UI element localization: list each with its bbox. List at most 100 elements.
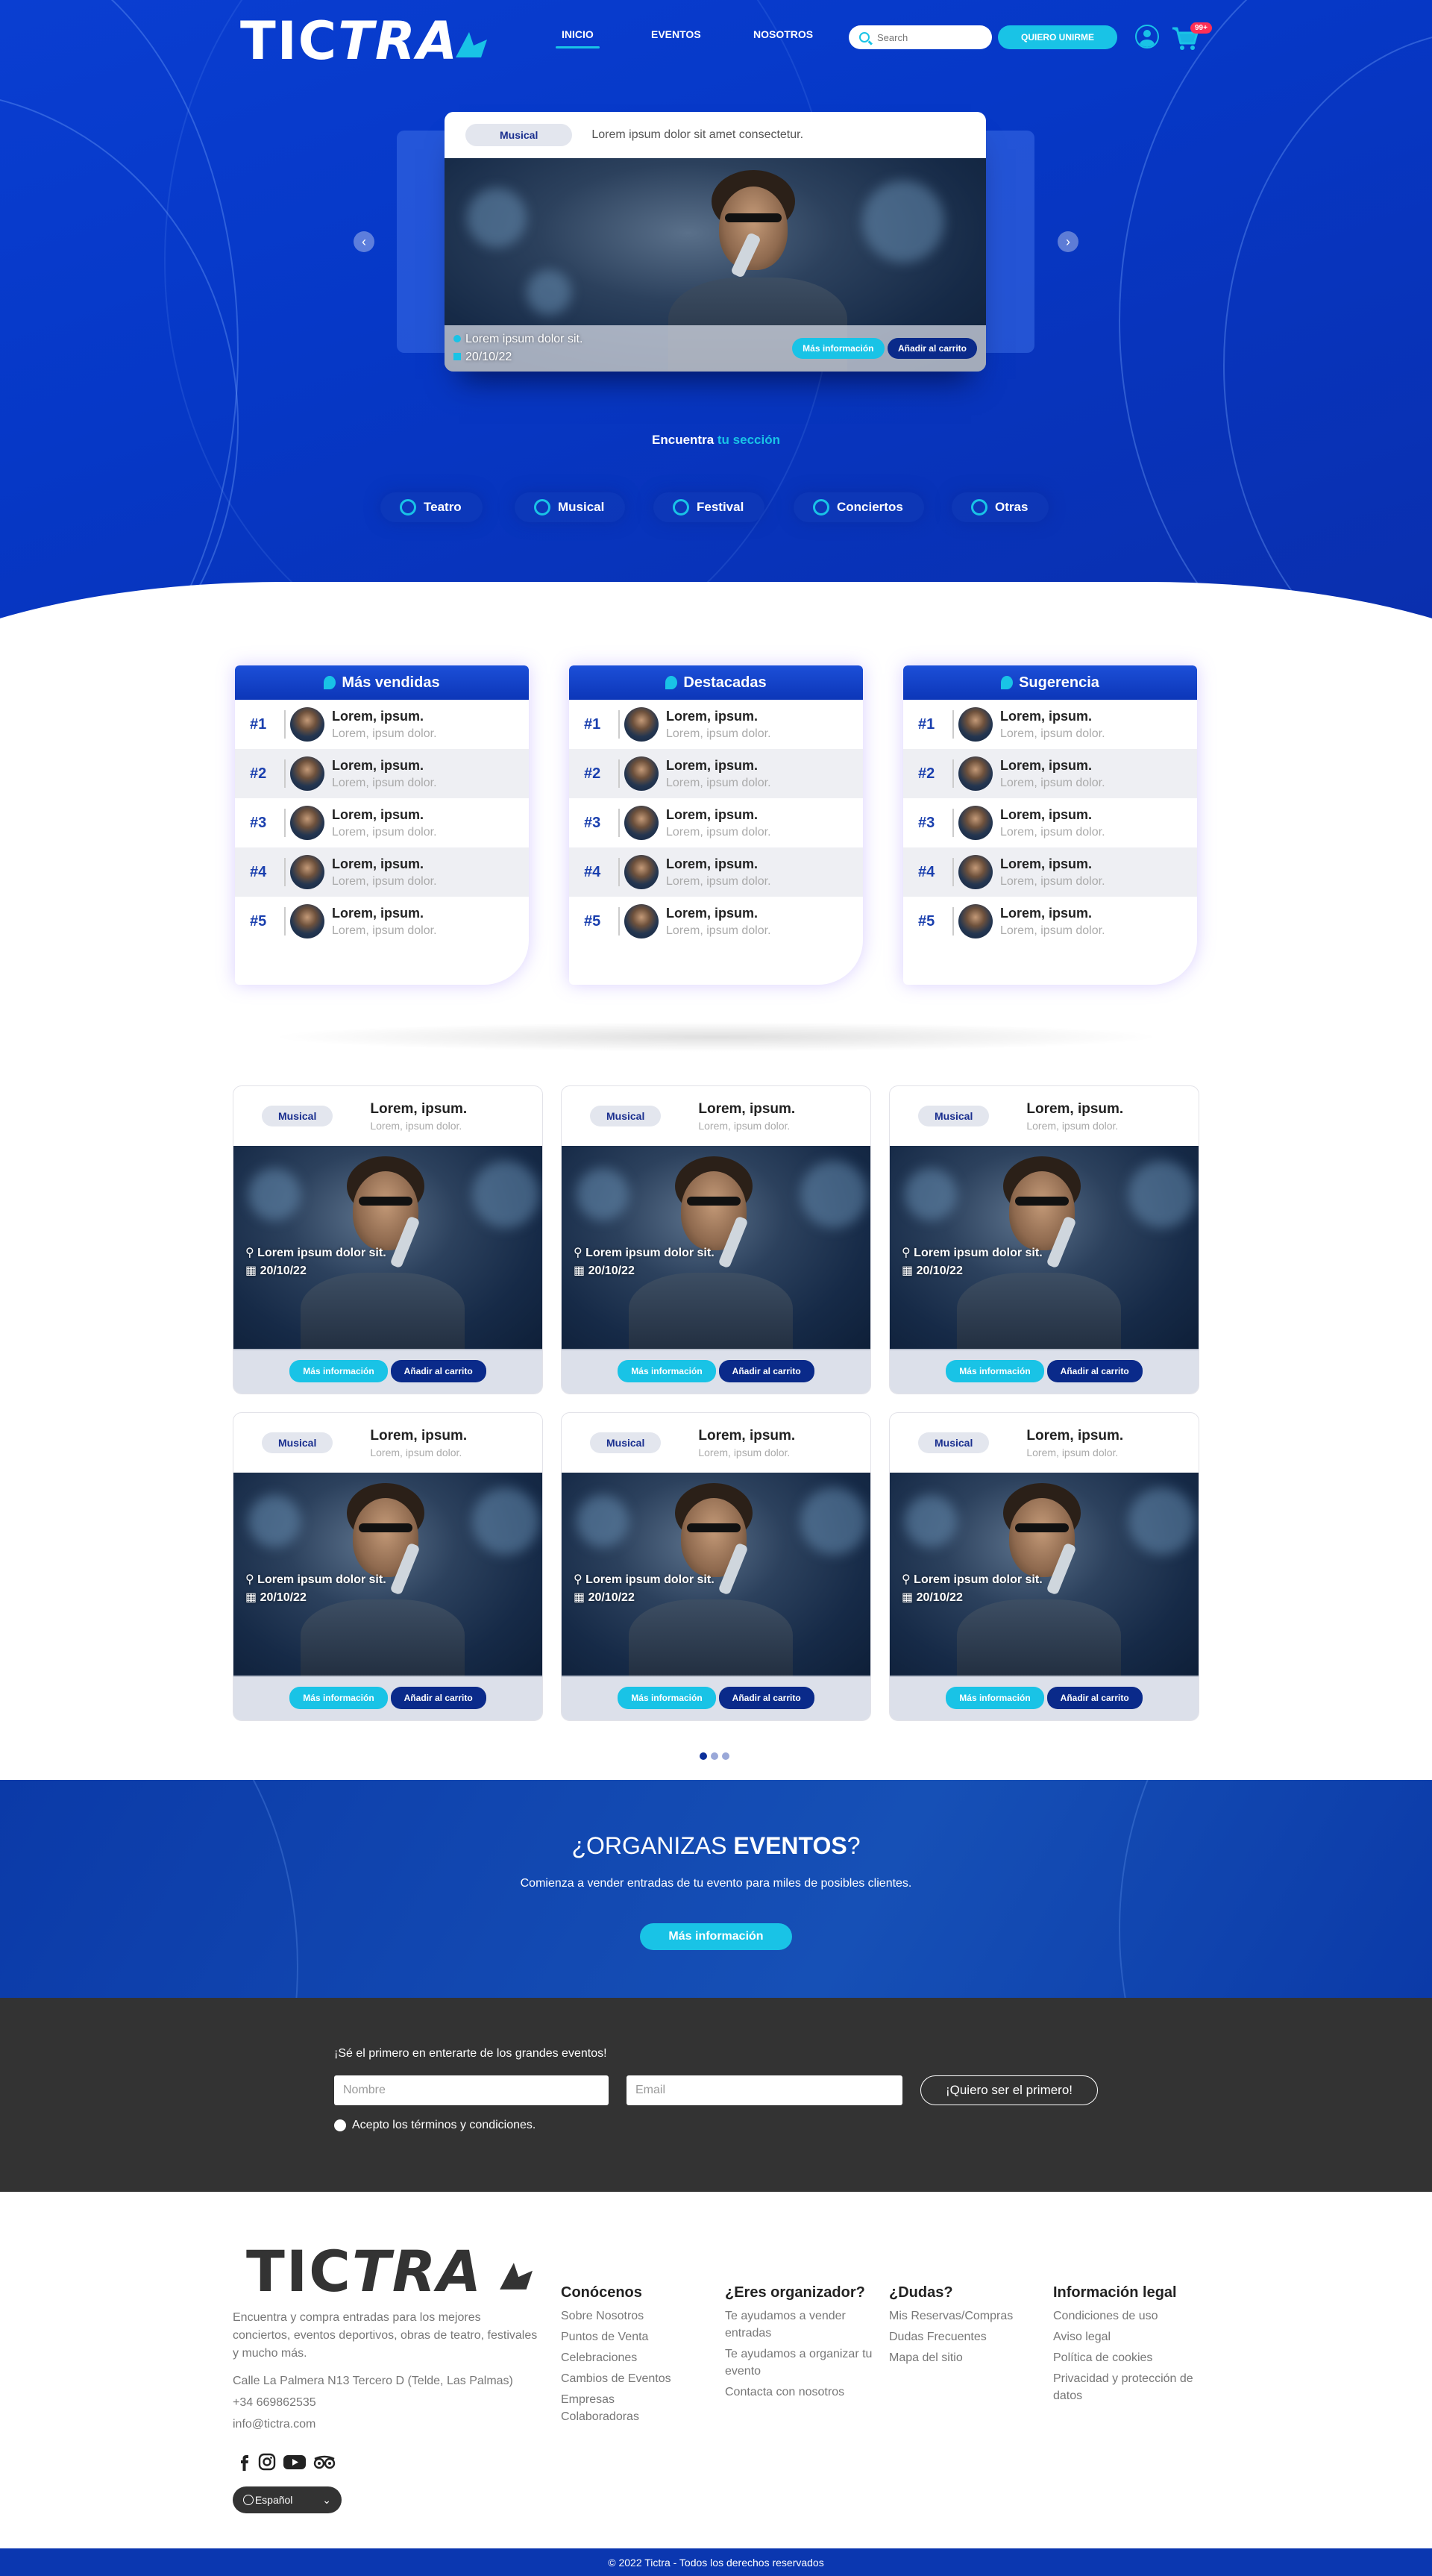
facebook-icon[interactable]	[234, 2452, 255, 2472]
more-info-button[interactable]: Más información	[618, 1687, 716, 1709]
carousel-prev-button[interactable]: ‹	[354, 231, 374, 252]
carousel-slide[interactable]: Musical Lorem ipsum dolor sit amet conse…	[445, 112, 986, 372]
event-card[interactable]: Musical Lorem, ipsum. Lorem, ipsum dolor.…	[561, 1412, 871, 1721]
footer-link[interactable]: Contacta con nosotros	[725, 2384, 874, 2401]
category-conciertos[interactable]: Conciertos	[794, 492, 924, 522]
footer-link[interactable]: Puntos de Venta	[561, 2328, 710, 2345]
footer-link[interactable]: Sobre Nosotros	[561, 2307, 710, 2325]
more-info-button[interactable]: Más información	[289, 1360, 388, 1382]
ranking-row[interactable]: #5 Lorem, ipsum. Lorem, ipsum dolor.	[235, 897, 529, 946]
ranking-row[interactable]: #4 Lorem, ipsum. Lorem, ipsum dolor.	[235, 847, 529, 897]
page-dot[interactable]	[711, 1752, 718, 1760]
event-card[interactable]: Musical Lorem, ipsum. Lorem, ipsum dolor.…	[233, 1412, 543, 1721]
language-selector[interactable]: Español ⌄	[233, 2486, 342, 2513]
divider-shadow	[268, 1022, 1164, 1052]
ranking-row[interactable]: #4 Lorem, ipsum. Lorem, ipsum dolor.	[903, 847, 1197, 897]
add-to-cart-button[interactable]: Añadir al carrito	[1046, 1687, 1143, 1709]
avatar	[958, 855, 993, 889]
search-input[interactable]	[877, 31, 974, 43]
globe-icon	[243, 2495, 254, 2505]
logo[interactable]: TIC TRA	[240, 10, 487, 72]
nav-eventos[interactable]: EVENTOS	[651, 28, 701, 40]
hero-curve	[0, 582, 1432, 619]
ranking-row[interactable]: #5 Lorem, ipsum. Lorem, ipsum dolor.	[569, 897, 863, 946]
more-info-button[interactable]: Más información	[946, 1687, 1044, 1709]
ranking-row[interactable]: #1 Lorem, ipsum. Lorem, ipsum dolor.	[903, 700, 1197, 749]
card-info: ⚲ Lorem ipsum dolor sit. ▦ 20/10/22	[574, 1247, 715, 1277]
footer-link[interactable]: Empresas Colaboradoras	[561, 2391, 665, 2425]
more-info-button[interactable]: Más información	[289, 1687, 388, 1709]
footer-link[interactable]: Dudas Frecuentes	[889, 2328, 1038, 2345]
ranking-row[interactable]: #1 Lorem, ipsum. Lorem, ipsum dolor.	[569, 700, 863, 749]
event-card[interactable]: Musical Lorem, ipsum. Lorem, ipsum dolor.…	[889, 1412, 1199, 1721]
footer-link[interactable]: Condiciones de uso	[1053, 2307, 1202, 2325]
organizer-more-info-button[interactable]: Más información	[640, 1923, 792, 1950]
card-header: Musical Lorem, ipsum. Lorem, ipsum dolor.	[562, 1413, 870, 1473]
ranking-row[interactable]: #3 Lorem, ipsum. Lorem, ipsum dolor.	[235, 798, 529, 847]
add-to-cart-button[interactable]: Añadir al carrito	[1046, 1360, 1143, 1382]
join-button[interactable]: QUIERO UNIRME	[998, 25, 1117, 49]
more-info-button[interactable]: Más información	[792, 338, 885, 359]
event-card[interactable]: Musical Lorem, ipsum. Lorem, ipsum dolor.…	[889, 1085, 1199, 1394]
footer-link[interactable]: Cambios de Eventos	[561, 2370, 710, 2387]
footer-email[interactable]: info@tictra.com	[233, 2418, 315, 2431]
user-icon[interactable]	[1135, 25, 1159, 48]
footer-link[interactable]: Aviso legal	[1053, 2328, 1202, 2345]
ranking-row[interactable]: #4 Lorem, ipsum. Lorem, ipsum dolor.	[569, 847, 863, 897]
ranking-row[interactable]: #3 Lorem, ipsum. Lorem, ipsum dolor.	[903, 798, 1197, 847]
footer-link[interactable]: Te ayudamos a organizar tu evento	[725, 2345, 874, 2380]
organizer-banner: ¿ORGANIZAS EVENTOS? Comienza a vender en…	[0, 1780, 1432, 1998]
name-field[interactable]: Nombre	[334, 2075, 609, 2105]
add-to-cart-button[interactable]: Añadir al carrito	[390, 1687, 486, 1709]
terms-checkbox[interactable]: Acepto los términos y condiciones.	[334, 2119, 536, 2132]
search-bar[interactable]	[849, 25, 992, 49]
copyright-bar: © 2022 Tictra - Todos los derechos reser…	[0, 2548, 1432, 2576]
footer-phone[interactable]: +34 669862535	[233, 2396, 316, 2410]
location-icon: ⚲	[902, 1573, 914, 1586]
instagram-icon[interactable]	[257, 2452, 277, 2472]
calendar-icon: ▦	[574, 1265, 588, 1277]
radio-circle[interactable]	[334, 2119, 346, 2131]
footer-link[interactable]: Política de cookies	[1053, 2349, 1202, 2366]
footer-link[interactable]: Privacidad y protección de datos	[1053, 2370, 1202, 2404]
avatar	[624, 904, 659, 938]
category-teatro[interactable]: Teatro	[380, 492, 483, 522]
nav-inicio[interactable]: INICIO	[556, 28, 600, 48]
event-card[interactable]: Musical Lorem, ipsum. Lorem, ipsum dolor.…	[233, 1085, 543, 1394]
add-to-cart-button[interactable]: Añadir al carrito	[390, 1360, 486, 1382]
category-festival[interactable]: Festival	[653, 492, 765, 522]
ranking-row[interactable]: #3 Lorem, ipsum. Lorem, ipsum dolor.	[569, 798, 863, 847]
add-to-cart-button[interactable]: Añadir al carrito	[887, 338, 977, 359]
ranking-row[interactable]: #1 Lorem, ipsum. Lorem, ipsum dolor.	[235, 700, 529, 749]
theater-icon	[400, 499, 416, 515]
footer-link[interactable]: Mis Reservas/Compras	[889, 2307, 1038, 2325]
calendar-icon: ▦	[574, 1591, 588, 1604]
footer-link[interactable]: Te ayudamos a vender entradas	[725, 2307, 874, 2342]
slide-title: Lorem ipsum dolor sit amet consectetur.	[591, 128, 804, 141]
category-musical[interactable]: Musical	[515, 492, 626, 522]
footer-link[interactable]: Mapa del sitio	[889, 2349, 1038, 2366]
page-dot[interactable]	[722, 1752, 729, 1760]
ranking-row[interactable]: #2 Lorem, ipsum. Lorem, ipsum dolor.	[569, 749, 863, 798]
ranking-row[interactable]: #2 Lorem, ipsum. Lorem, ipsum dolor.	[235, 749, 529, 798]
page-dot-active[interactable]	[700, 1752, 707, 1760]
subscribe-button[interactable]: ¡Quiero ser el primero!	[920, 2075, 1098, 2105]
footer-description: Encuentra y compra entradas para los mej…	[233, 2311, 538, 2360]
youtube-icon[interactable]	[282, 2452, 307, 2472]
footer-logo[interactable]: TICTRA	[246, 2238, 533, 2304]
carousel-next-button[interactable]: ›	[1058, 231, 1078, 252]
category-otras[interactable]: Otras	[952, 492, 1049, 522]
tripadvisor-icon[interactable]	[312, 2452, 337, 2472]
email-field[interactable]: Email	[626, 2075, 902, 2105]
more-info-button[interactable]: Más información	[946, 1360, 1044, 1382]
slide-footer: Lorem ipsum dolor sit. 20/10/22 Más info…	[445, 325, 986, 372]
nav-nosotros[interactable]: NOSOTROS	[753, 28, 813, 40]
event-card[interactable]: Musical Lorem, ipsum. Lorem, ipsum dolor.…	[561, 1085, 871, 1394]
ranking-row[interactable]: #5 Lorem, ipsum. Lorem, ipsum dolor.	[903, 897, 1197, 946]
add-to-cart-button[interactable]: Añadir al carrito	[718, 1360, 814, 1382]
category-badge: Musical	[590, 1432, 662, 1453]
add-to-cart-button[interactable]: Añadir al carrito	[718, 1687, 814, 1709]
footer-link[interactable]: Celebraciones	[561, 2349, 710, 2366]
more-info-button[interactable]: Más información	[618, 1360, 716, 1382]
ranking-row[interactable]: #2 Lorem, ipsum. Lorem, ipsum dolor.	[903, 749, 1197, 798]
